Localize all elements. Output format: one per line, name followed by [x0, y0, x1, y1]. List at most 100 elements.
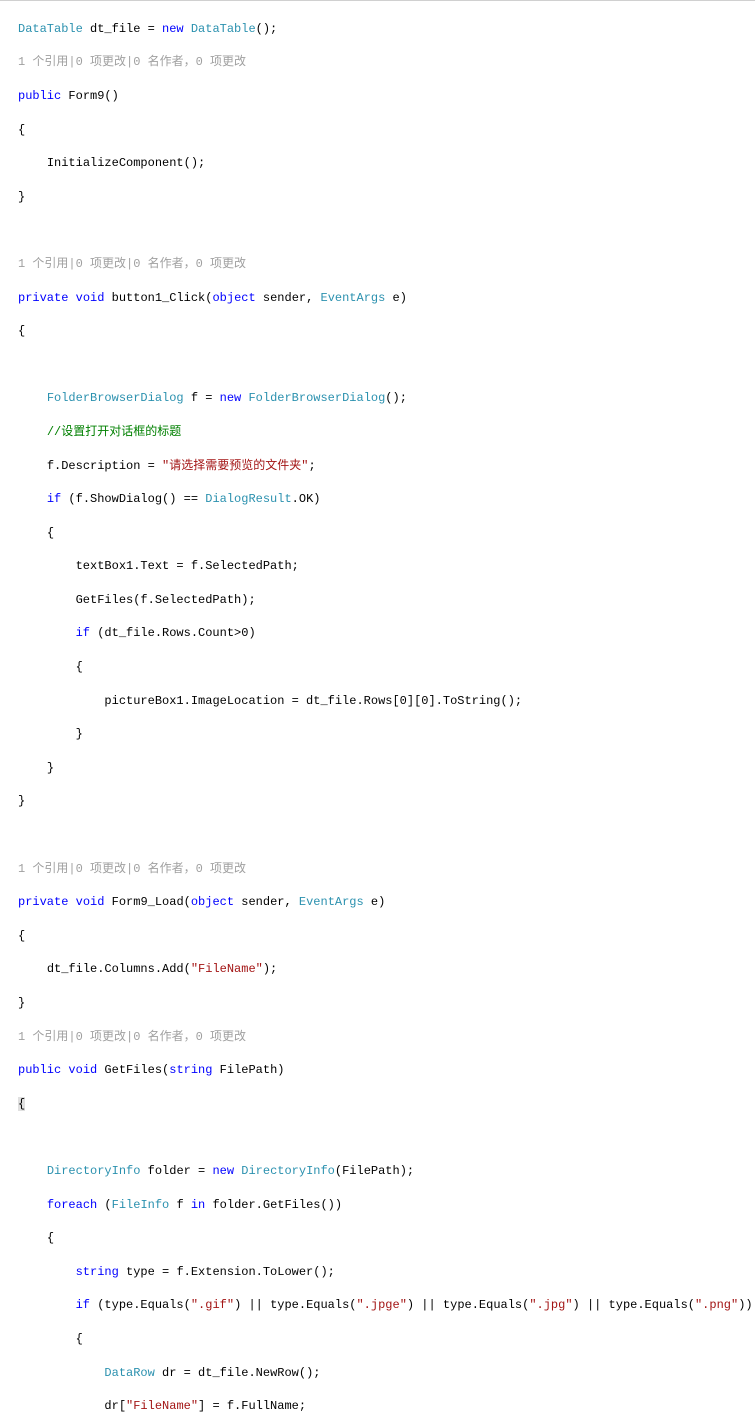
expr: ) || type.Equals(	[234, 1298, 356, 1312]
brace: {	[76, 1332, 83, 1346]
type-token: DataTable	[18, 22, 83, 36]
code-line[interactable]: }	[18, 793, 755, 810]
keyword-if: if	[76, 626, 90, 640]
blank-line[interactable]	[18, 222, 755, 239]
code-line[interactable]: DataRow dr = dt_file.NewRow();	[18, 1365, 755, 1382]
code-line[interactable]: foreach (FileInfo f in folder.GetFiles()…	[18, 1197, 755, 1214]
method-name: Form9_Load(	[104, 895, 190, 909]
brace: }	[18, 794, 25, 808]
code-line[interactable]: }	[18, 189, 755, 206]
keyword-string: string	[76, 1265, 119, 1279]
keyword-private: private	[18, 291, 68, 305]
code-line[interactable]: public void GetFiles(string FilePath)	[18, 1062, 755, 1079]
code-line[interactable]: InitializeComponent();	[18, 155, 755, 172]
expr: (f.ShowDialog() ==	[61, 492, 205, 506]
expr: (dt_file.Rows.Count>0)	[90, 626, 256, 640]
code-line[interactable]: DirectoryInfo folder = new DirectoryInfo…	[18, 1163, 755, 1180]
code-line[interactable]: }	[18, 726, 755, 743]
type-token: FolderBrowserDialog	[248, 391, 385, 405]
code-line[interactable]: FolderBrowserDialog f = new FolderBrowse…	[18, 390, 755, 407]
type-token: DataTable	[191, 22, 256, 36]
codelens-line[interactable]: 1 个引用|0 项更改|0 名作者，0 项更改	[18, 54, 755, 71]
code-line[interactable]: {	[18, 659, 755, 676]
ident-token: f.Description =	[47, 459, 162, 473]
codelens-text: 1 个引用|0 项更改|0 名作者，0 项更改	[18, 862, 246, 876]
keyword-private: private	[18, 895, 68, 909]
param: e)	[364, 895, 386, 909]
keyword-string: string	[169, 1063, 212, 1077]
codelens-line[interactable]: 1 个引用|0 项更改|0 名作者，0 项更改	[18, 861, 755, 878]
code-line[interactable]: if (type.Equals(".gif") || type.Equals("…	[18, 1297, 755, 1314]
stmt: pictureBox1.ImageLocation = dt_file.Rows…	[104, 694, 522, 708]
code-line[interactable]: private void button1_Click(object sender…	[18, 290, 755, 307]
param: FilePath)	[212, 1063, 284, 1077]
param: sender,	[256, 291, 321, 305]
keyword-new: new	[212, 1164, 234, 1178]
code-line[interactable]: private void Form9_Load(object sender, E…	[18, 894, 755, 911]
code-line[interactable]: {	[18, 1331, 755, 1348]
string-literal: ".png"	[695, 1298, 738, 1312]
string-literal: ".jpge"	[356, 1298, 406, 1312]
method-name: Form9()	[61, 89, 119, 103]
codelens-line[interactable]: 1 个引用|0 项更改|0 名作者，0 项更改	[18, 1029, 755, 1046]
stmt: ] = f.FullName;	[198, 1399, 306, 1413]
code-line[interactable]: dt_file.Columns.Add("FileName");	[18, 961, 755, 978]
keyword-in: in	[191, 1198, 205, 1212]
code-line[interactable]: {	[18, 122, 755, 139]
param: sender,	[234, 895, 299, 909]
code-line[interactable]: {	[18, 928, 755, 945]
brace: {	[47, 1231, 54, 1245]
code-line[interactable]: GetFiles(f.SelectedPath);	[18, 592, 755, 609]
codelens-text: 1 个引用|0 项更改|0 名作者，0 项更改	[18, 1030, 246, 1044]
brace: }	[18, 996, 25, 1010]
punct: ();	[385, 391, 407, 405]
type-token: DataRow	[104, 1366, 154, 1380]
stmt: textBox1.Text = f.SelectedPath;	[76, 559, 299, 573]
keyword-void: void	[68, 1063, 97, 1077]
code-editor[interactable]: DataTable dt_file = new DataTable(); 1 个…	[0, 2, 755, 1414]
comment-text: //设置打开对话框的标题	[47, 425, 181, 439]
code-line[interactable]: textBox1.Text = f.SelectedPath;	[18, 558, 755, 575]
code-line[interactable]: string type = f.Extension.ToLower();	[18, 1264, 755, 1281]
code-line[interactable]: public Form9()	[18, 88, 755, 105]
code-line[interactable]: {	[18, 1230, 755, 1247]
method-name: button1_Click(	[104, 291, 212, 305]
code-line[interactable]: if (f.ShowDialog() == DialogResult.OK)	[18, 491, 755, 508]
stmt: InitializeComponent();	[47, 156, 205, 170]
keyword-new: new	[220, 391, 242, 405]
code-line[interactable]: }	[18, 995, 755, 1012]
keyword-foreach: foreach	[47, 1198, 97, 1212]
type-token: DirectoryInfo	[47, 1164, 141, 1178]
expr: .OK)	[292, 492, 321, 506]
punct: );	[263, 962, 277, 976]
blank-line[interactable]	[18, 1129, 755, 1146]
blank-line[interactable]	[18, 827, 755, 844]
keyword-void: void	[76, 291, 105, 305]
code-line[interactable]: //设置打开对话框的标题	[18, 424, 755, 441]
punct: ))	[738, 1298, 752, 1312]
stmt: type = f.Extension.ToLower();	[119, 1265, 335, 1279]
brace: {	[18, 929, 25, 943]
keyword-public: public	[18, 1063, 61, 1077]
type-token: EventArgs	[299, 895, 364, 909]
keyword-void: void	[76, 895, 105, 909]
code-line[interactable]: {	[18, 525, 755, 542]
code-line[interactable]: f.Description = "请选择需要预览的文件夹";	[18, 458, 755, 475]
code-line[interactable]: DataTable dt_file = new DataTable();	[18, 21, 755, 38]
param: e)	[385, 291, 407, 305]
expr: folder.GetFiles())	[205, 1198, 342, 1212]
expr: ) || type.Equals(	[573, 1298, 695, 1312]
string-literal: "FileName"	[126, 1399, 198, 1413]
code-line[interactable]: if (dt_file.Rows.Count>0)	[18, 625, 755, 642]
type-token: EventArgs	[321, 291, 386, 305]
codelens-line[interactable]: 1 个引用|0 项更改|0 名作者，0 项更改	[18, 256, 755, 273]
code-line[interactable]: {	[18, 1096, 755, 1113]
code-line[interactable]: }	[18, 760, 755, 777]
string-literal: "FileName"	[191, 962, 263, 976]
type-token: FolderBrowserDialog	[47, 391, 184, 405]
code-line[interactable]: {	[18, 323, 755, 340]
blank-line[interactable]	[18, 357, 755, 374]
punct: ;	[308, 459, 315, 473]
code-line[interactable]: dr["FileName"] = f.FullName;	[18, 1398, 755, 1414]
type-token: FileInfo	[112, 1198, 170, 1212]
